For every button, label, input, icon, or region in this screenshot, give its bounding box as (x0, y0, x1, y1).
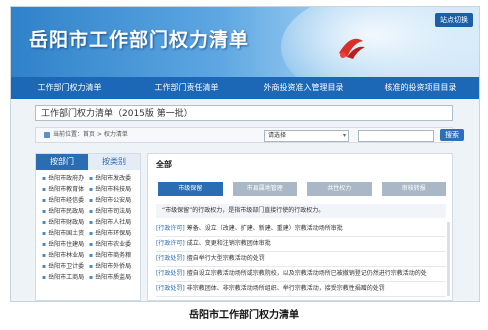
department-link[interactable]: 岳阳市工商局 (42, 273, 89, 282)
tab-local-management[interactable]: 市县属地管理 (232, 182, 297, 196)
department-link[interactable]: 岳阳市国土资 (42, 229, 89, 238)
department-link[interactable]: 岳阳市商务粮 (89, 251, 136, 260)
department-link[interactable]: 岳阳市财政局 (42, 218, 89, 227)
category-tabs: 市级保留 市县属地管理 共性权力 审核转报 (158, 182, 446, 196)
power-item-list: [行政许可] 筹备、设立（改建、扩建、新建、重建）宗教活动场所审批 [行政许可] 成… (156, 222, 446, 297)
department-link[interactable]: 岳阳市环保局 (89, 229, 136, 238)
tab-by-department[interactable]: 按部门 (36, 154, 88, 170)
item-text[interactable]: 筹备、设立（改建、扩建、新建、重建）宗教活动场所审批 (187, 225, 343, 232)
department-link[interactable]: 岳阳市民政局 (42, 207, 89, 216)
site-switch-button[interactable]: 站点切换 (435, 13, 473, 27)
department-link[interactable]: 岳阳市林业局 (42, 251, 89, 260)
item-text[interactable]: 成立、变更和注销宗教团体审批 (187, 240, 271, 247)
department-link[interactable]: 岳阳市科技局 (89, 185, 136, 194)
breadcrumb-bar: 当前位置：首页 > 权力清单 请选择 ▾ 搜索 (35, 127, 464, 143)
item-type-tag: [行政处罚] (156, 285, 185, 292)
item-text[interactable]: 擅自设立宗教活动场所或宗教院校，以及宗教活动场所已被撤销登记仍然进行宗教活动的处 (187, 270, 427, 277)
site-banner: 岳阳市工作部门权力清单 站点切换 (11, 7, 479, 77)
department-link[interactable]: 岳阳市人社局 (89, 218, 136, 227)
item-type-tag: [行政处罚] (156, 270, 185, 277)
department-link[interactable]: 岳阳市发改委 (89, 174, 136, 183)
breadcrumb-text[interactable]: 当前位置：首页 > 权力清单 (53, 131, 128, 138)
tab-by-category[interactable]: 按类别 (88, 154, 140, 170)
list-item[interactable]: [行政处罚] 擅自举行大型宗教活动的处罚 (156, 252, 446, 267)
list-item[interactable]: [行政处罚] 擅自设立宗教活动场所或宗教院校，以及宗教活动场所已被撤销登记仍然进行… (156, 267, 446, 282)
power-list-panel: 全部 市级保留 市县属地管理 共性权力 审核转报 “市级保留”的行政权力，是指市… (147, 153, 453, 301)
list-item[interactable]: [行政许可] 成立、变更和注销宗教团体审批 (156, 237, 446, 252)
item-type-tag: [行政许可] (156, 240, 185, 247)
main-nav: 工作部门权力清单 工作部门责任清单 外商投资准入管理目录 核准的投资项目目录 (11, 77, 479, 99)
nav-item-foreign-investment[interactable]: 外商投资准入管理目录 (245, 77, 362, 99)
category-description: “市级保留”的行政权力，是指市级部门直接行使的行政权力。 (156, 204, 446, 218)
list-item[interactable]: [行政处罚] 非宗教团体、非宗教活动场所组织、举行宗教活动，接受宗教性捐赠的处罚 (156, 282, 446, 297)
nav-item-power-list[interactable]: 工作部门权力清单 (11, 77, 128, 99)
department-link[interactable]: 岳阳市教育体 (42, 185, 89, 194)
search-button[interactable]: 搜索 (440, 129, 464, 141)
tab-common-power[interactable]: 共性权力 (307, 182, 372, 196)
red-emblem-icon (339, 38, 365, 59)
department-link[interactable]: 岳阳市外侨局 (89, 262, 136, 271)
nav-item-responsibility-list[interactable]: 工作部门责任清单 (128, 77, 245, 99)
tab-review-forward[interactable]: 审核转报 (381, 182, 446, 196)
department-link[interactable]: 岳阳市经信委 (42, 196, 89, 205)
site-title: 岳阳市工作部门权力清单 (29, 29, 250, 51)
department-link[interactable]: 岳阳市住建局 (42, 240, 89, 249)
category-select-value: 请选择 (268, 132, 287, 139)
tab-city-retained[interactable]: 市级保留 (158, 182, 223, 196)
department-link[interactable]: 岳阳市卫计委 (42, 262, 89, 271)
list-item[interactable]: [行政许可] 筹备、设立（改建、扩建、新建、重建）宗教活动场所审批 (156, 222, 446, 237)
search-input[interactable] (358, 130, 434, 142)
nav-item-approved-projects[interactable]: 核准的投资项目目录 (362, 77, 479, 99)
item-type-tag: [行政许可] (156, 225, 185, 232)
department-link[interactable]: 岳阳市农业委 (89, 240, 136, 249)
home-icon (44, 131, 50, 138)
department-panel: 按部门 按类别 岳阳市政府办 岳阳市发改委 岳阳市教育体 岳阳市科技局 岳阳市经… (35, 153, 141, 301)
image-caption: 岳阳市工作部门权力清单 (189, 310, 299, 321)
panel-heading: 全部 (156, 160, 172, 169)
category-select[interactable]: 请选择 ▾ (264, 130, 349, 142)
department-link[interactable]: 岳阳市司法局 (89, 207, 136, 216)
department-link[interactable]: 岳阳市政府办 (42, 174, 89, 183)
item-text[interactable]: 擅自举行大型宗教活动的处罚 (187, 255, 265, 262)
item-type-tag: [行政处罚] (156, 255, 185, 262)
department-link[interactable]: 岳阳市质监局 (89, 273, 136, 282)
scrollbar[interactable] (447, 222, 450, 296)
department-tabs: 按部门 按类别 (36, 154, 140, 170)
screenshot-frame: 岳阳市工作部门权力清单 站点切换 工作部门权力清单 工作部门责任清单 外商投资准… (10, 6, 480, 302)
chevron-down-icon: ▾ (342, 132, 346, 139)
page-title: 工作部门权力清单（2015版 第一批） (35, 105, 453, 121)
breadcrumb: 当前位置：首页 > 权力清单 (44, 128, 128, 142)
item-text[interactable]: 非宗教团体、非宗教活动场所组织、举行宗教活动，接受宗教性捐赠的处罚 (187, 285, 385, 292)
department-link[interactable]: 岳阳市公安局 (89, 196, 136, 205)
department-list: 岳阳市政府办 岳阳市发改委 岳阳市教育体 岳阳市科技局 岳阳市经信委 岳阳市公安… (36, 170, 140, 282)
